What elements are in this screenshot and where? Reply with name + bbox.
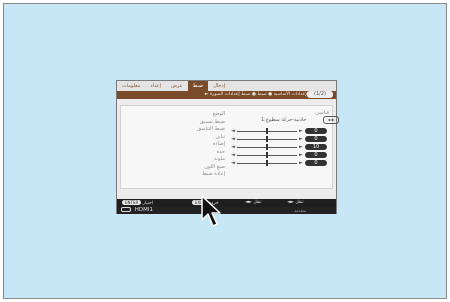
- label-color[interactable]: ملونة: [167, 156, 225, 164]
- right-arrow-icon[interactable]: ►: [299, 128, 303, 134]
- brightness-slider[interactable]: ◄ ► 0: [231, 136, 335, 142]
- slider-value: 10: [305, 144, 327, 150]
- contrast-slider[interactable]: ◄ ► 0: [231, 128, 335, 134]
- footer-nav-left: ◄► تنقل: [245, 200, 262, 206]
- left-right-icon: ◄►: [245, 200, 252, 205]
- right-arrow-icon[interactable]: ►: [299, 136, 303, 142]
- left-arrow-icon[interactable]: ◄: [231, 160, 235, 166]
- slider-thumb[interactable]: [266, 136, 268, 142]
- tab-setup[interactable]: إعداد: [145, 81, 166, 91]
- tab-input[interactable]: إدخال: [208, 81, 230, 91]
- breadcrumb: ◄ الإعدادات الأساسية ● ضبط ● ضبط إعدادات…: [204, 92, 314, 97]
- slider-value: 0: [305, 128, 327, 134]
- source-indicator: HDMI1: [121, 207, 153, 214]
- right-arrow-icon[interactable]: ►: [299, 152, 303, 158]
- label-hue[interactable]: صبغ اللون: [167, 164, 225, 172]
- enter-label: اختيار: [142, 201, 154, 206]
- breadcrumb-bar: (1/2) ◄ الإعدادات الأساسية ● ضبط ● ضبط إ…: [117, 91, 336, 99]
- hdmi-port-icon: [121, 207, 131, 212]
- slider-thumb[interactable]: [266, 144, 268, 150]
- slider-value: 0: [305, 160, 327, 166]
- left-arrow-icon[interactable]: ◄: [231, 128, 235, 134]
- source-label: HDMI1: [134, 207, 153, 213]
- label-sharpness[interactable]: حدة: [167, 149, 225, 157]
- sharpness-slider[interactable]: ◄ ► 10: [231, 144, 335, 150]
- slider-thumb[interactable]: [266, 152, 268, 158]
- left-arrow-icon[interactable]: ◄: [231, 152, 235, 158]
- footer-help-bar: ENTER اختيار EXIT خروج ◄► تنقل ◄► تنقل: [117, 199, 336, 207]
- preset-stepper[interactable]: ◄ ►: [323, 116, 339, 124]
- label-mode[interactable]: الوضع: [167, 111, 225, 119]
- label-gamma[interactable]: ضبط التناسق: [167, 126, 225, 134]
- advanced-label: متقدمة: [294, 208, 306, 213]
- right-arrow-icon[interactable]: ►: [299, 144, 303, 150]
- up-down-icon: ◄►: [287, 200, 294, 205]
- osd-menu: إدخال ضبط عرض إعداد معلومات (1/2) ◄ الإع…: [116, 80, 339, 214]
- menu-panel: الوضع ضبط تسبيق ضبط التناسق تباين إضاءة …: [120, 105, 339, 189]
- tab-info[interactable]: معلومات: [117, 81, 145, 91]
- label-contrast[interactable]: تباين: [167, 134, 225, 142]
- label-reset[interactable]: إعادة ضبط: [167, 171, 225, 179]
- slider-value: 0: [305, 136, 327, 142]
- footer-nav-right: ◄► تنقل: [287, 200, 304, 206]
- enter-key: ENTER: [122, 200, 142, 205]
- menu-labels: الوضع ضبط تسبيق ضبط التناسق تباين إضاءة …: [167, 111, 225, 179]
- left-arrow-icon[interactable]: ◄: [231, 136, 235, 142]
- slider-thumb[interactable]: [266, 160, 268, 166]
- left-arrow-icon[interactable]: ◄: [231, 144, 235, 150]
- tab-display[interactable]: عرض: [166, 81, 188, 91]
- slider-value: 0: [305, 152, 327, 158]
- preset-value[interactable]: 1:جاذبية-حركة سطوع: [261, 117, 306, 123]
- nav-right-label: تنقل: [295, 200, 304, 205]
- footer-enter: ENTER اختيار: [122, 200, 153, 207]
- source-bar: HDMI1 متقدمة: [117, 207, 336, 214]
- label-brightness[interactable]: إضاءة: [167, 141, 225, 149]
- right-arrow-icon[interactable]: ►: [299, 160, 303, 166]
- slider-thumb[interactable]: [266, 128, 268, 134]
- menu-tabs: إدخال ضبط عرض إعداد معلومات: [117, 81, 336, 91]
- nav-left-label: تنقل: [253, 200, 262, 205]
- mouse-pointer-icon: [201, 195, 221, 227]
- tab-adjust[interactable]: ضبط: [187, 81, 209, 91]
- label-reference[interactable]: ضبط تسبيق: [167, 119, 225, 127]
- hue-slider[interactable]: ◄ ► 0: [231, 160, 335, 166]
- color-slider[interactable]: ◄ ► 0: [231, 152, 335, 158]
